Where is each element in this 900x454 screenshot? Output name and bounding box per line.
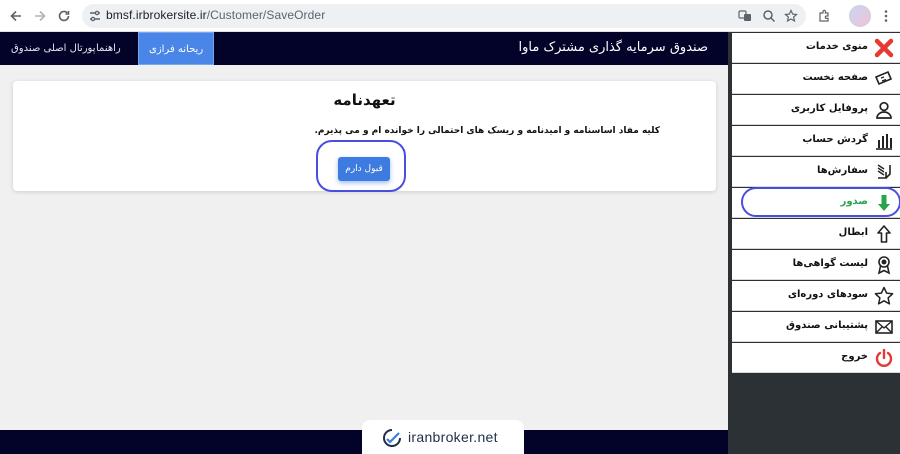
brand-watermark: iranbroker.net <box>362 420 524 454</box>
sidebar-item-account-history[interactable]: گردش حساب <box>732 126 900 156</box>
site-settings-icon[interactable] <box>88 9 102 23</box>
mail-icon <box>874 317 894 337</box>
help-link[interactable]: راهنما <box>96 32 121 65</box>
url-host: bmsf.irbrokersite.ir <box>106 8 207 22</box>
translate-icon[interactable] <box>738 9 752 23</box>
url-path: /Customer/SaveOrder <box>206 8 326 22</box>
sidebar-item-periodic-profits[interactable]: سودهای دوره‌ای <box>732 281 900 311</box>
reload-icon[interactable] <box>54 6 74 26</box>
sidebar-item-label: منوی خدمات <box>805 41 868 52</box>
sidebar-item-label: پروفایل کاربری <box>790 103 868 114</box>
sidebar-item-label: صفحه نخست <box>802 72 868 83</box>
site-title: صندوق سرمایه گذاری مشترک ماوا <box>518 40 708 55</box>
profile-avatar[interactable] <box>849 5 871 27</box>
sidebar-item-support[interactable]: پشتیبانی صندوق <box>732 312 900 342</box>
sidebar: منوی خدمات صفحه نخست پروفایل کاربری گردش… <box>728 32 900 454</box>
sidebar-item-logout[interactable]: خروج <box>732 343 900 373</box>
sidebar-item-label: پشتیبانی صندوق <box>786 320 868 331</box>
sidebar-item-label: سودهای دوره‌ای <box>787 289 868 300</box>
power-icon <box>874 348 894 368</box>
active-item-highlight-ring <box>741 187 900 217</box>
bookmark-star-icon[interactable] <box>784 9 798 23</box>
sidebar-item-services-menu[interactable]: منوی خدمات <box>732 33 900 63</box>
sidebar-item-home[interactable]: صفحه نخست <box>732 64 900 94</box>
main-portal-link[interactable]: پورتال اصلی صندوق <box>11 32 96 65</box>
zoom-icon[interactable] <box>762 9 776 23</box>
star-icon <box>874 286 894 306</box>
agreement-card: تعهدنامه کلیه مفاد اساسنامه و امیدنامه و… <box>13 81 716 192</box>
site-header: صندوق سرمایه گذاری مشترک ماوا پورتال اصل… <box>0 32 728 65</box>
sidebar-item-orders[interactable]: سفارش‌ها <box>732 157 900 187</box>
bar-chart-icon <box>874 131 894 151</box>
user-icon <box>874 100 894 120</box>
browser-toolbar: bmsf.irbrokersite.ir/Customer/SaveOrder <box>0 0 900 32</box>
list-hand-icon <box>874 162 894 182</box>
agreement-title: تعهدنامه <box>333 91 396 109</box>
brand-logo-icon <box>383 429 401 447</box>
user-name-link[interactable]: ریحانه فرازی <box>138 32 215 65</box>
sidebar-item-redeem[interactable]: ابطال <box>732 219 900 249</box>
accept-button[interactable]: قبول دارم <box>338 157 390 181</box>
forward-icon[interactable] <box>30 6 50 26</box>
sidebar-item-label: گردش حساب <box>802 134 868 145</box>
url-text: bmsf.irbrokersite.ir/Customer/SaveOrder <box>106 8 325 22</box>
extensions-icon[interactable] <box>814 6 834 26</box>
main-content: تعهدنامه کلیه مفاد اساسنامه و امیدنامه و… <box>0 65 728 430</box>
sidebar-item-label: ابطال <box>838 227 868 238</box>
sidebar-item-label: لیست گواهی‌ها <box>792 258 868 269</box>
more-menu-icon[interactable] <box>876 6 896 26</box>
ticket-icon <box>874 69 894 89</box>
sidebar-item-certificates[interactable]: لیست گواهی‌ها <box>732 250 900 280</box>
sidebar-item-label: خروج <box>841 351 868 362</box>
back-icon[interactable] <box>6 6 26 26</box>
agreement-text: کلیه مفاد اساسنامه و امیدنامه و ریسک های… <box>314 126 660 136</box>
sidebar-item-label: سفارش‌ها <box>816 165 868 176</box>
address-bar[interactable]: bmsf.irbrokersite.ir/Customer/SaveOrder <box>82 4 806 28</box>
close-icon[interactable] <box>874 38 894 58</box>
brand-text: iranbroker.net <box>408 429 498 445</box>
award-icon <box>874 255 894 275</box>
sidebar-item-profile[interactable]: پروفایل کاربری <box>732 95 900 125</box>
arrow-up-icon <box>874 224 894 244</box>
